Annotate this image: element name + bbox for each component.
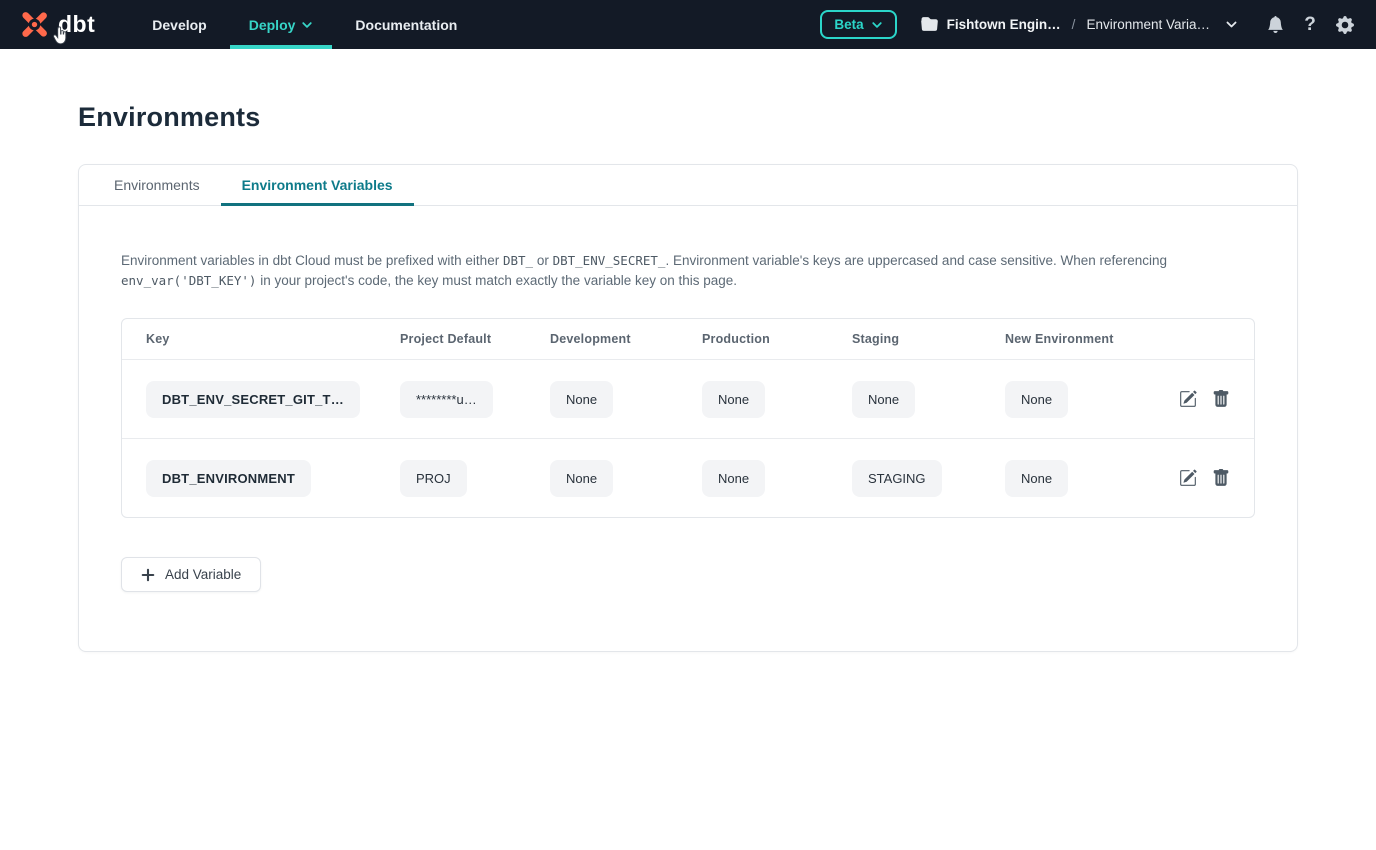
row-actions bbox=[1154, 390, 1230, 408]
staging-value: STAGING bbox=[852, 460, 942, 497]
nav-item-develop[interactable]: Develop bbox=[131, 0, 227, 49]
environments-card: Environments Environment Variables Envir… bbox=[78, 164, 1298, 652]
description-segment: in your project's code, the key must mat… bbox=[256, 273, 737, 288]
breadcrumb[interactable]: Fishtown Engin… / Environment Varia… bbox=[921, 16, 1238, 33]
tab-bar: Environments Environment Variables bbox=[79, 165, 1297, 206]
dbt-logo-icon bbox=[18, 8, 51, 41]
add-variable-label: Add Variable bbox=[165, 567, 241, 582]
column-header-project-default: Project Default bbox=[400, 332, 550, 346]
row-actions bbox=[1154, 469, 1230, 487]
top-navigation: dbt Develop Deploy Documentation Beta Fi… bbox=[0, 0, 1376, 49]
nav-item-deploy[interactable]: Deploy bbox=[228, 0, 335, 49]
column-header-staging: Staging bbox=[852, 332, 1005, 346]
edit-pencil-icon[interactable] bbox=[1179, 469, 1197, 487]
column-header-development: Development bbox=[550, 332, 702, 346]
folder-icon bbox=[921, 16, 938, 33]
nav-item-documentation[interactable]: Documentation bbox=[334, 0, 478, 49]
staging-value: None bbox=[852, 381, 915, 418]
nav-item-label: Deploy bbox=[249, 17, 296, 33]
development-value: None bbox=[550, 381, 613, 418]
code-dbt-prefix: DBT_ bbox=[503, 253, 533, 268]
description-segment: Environment variables in dbt Cloud must … bbox=[121, 253, 503, 268]
column-header-production: Production bbox=[702, 332, 852, 346]
breadcrumb-page[interactable]: Environment Varia… bbox=[1086, 17, 1210, 32]
table-row: DBT_ENV_SECRET_GIT_T… ********u… None No… bbox=[122, 359, 1254, 438]
edit-pencil-icon[interactable] bbox=[1179, 390, 1197, 408]
delete-trash-icon[interactable] bbox=[1212, 390, 1230, 408]
help-glyph: ? bbox=[1304, 15, 1316, 34]
breadcrumb-separator: / bbox=[1070, 17, 1078, 32]
settings-gear-icon[interactable] bbox=[1336, 16, 1354, 34]
chevron-down-icon bbox=[871, 19, 883, 31]
new-environment-value: None bbox=[1005, 460, 1068, 497]
tab-label: Environment Variables bbox=[242, 177, 393, 193]
nav-item-label: Develop bbox=[152, 17, 206, 33]
dbt-logo[interactable]: dbt bbox=[0, 0, 115, 49]
notifications-bell-icon[interactable] bbox=[1266, 16, 1284, 34]
description-text: Environment variables in dbt Cloud must … bbox=[121, 251, 1221, 291]
plus-icon bbox=[141, 568, 155, 582]
table-header-row: Key Project Default Development Producti… bbox=[122, 319, 1254, 359]
tab-label: Environments bbox=[114, 177, 200, 193]
beta-badge-dropdown[interactable]: Beta bbox=[820, 10, 896, 39]
code-dbt-env-secret-prefix: DBT_ENV_SECRET_ bbox=[553, 253, 666, 268]
code-env-var-example: env_var('DBT_KEY') bbox=[121, 273, 256, 288]
description-segment: or bbox=[533, 253, 553, 268]
column-header-new-environment: New Environment bbox=[1005, 332, 1154, 346]
breadcrumb-project[interactable]: Fishtown Engin… bbox=[947, 17, 1061, 32]
table-row: DBT_ENVIRONMENT PROJ None None STAGING N… bbox=[122, 438, 1254, 517]
variable-key-value: DBT_ENVIRONMENT bbox=[146, 460, 311, 497]
tab-panel-environment-variables: Environment variables in dbt Cloud must … bbox=[79, 206, 1297, 592]
add-variable-button[interactable]: Add Variable bbox=[121, 557, 261, 592]
production-value: None bbox=[702, 381, 765, 418]
nav-right-cluster: Beta Fishtown Engin… / Environment Varia… bbox=[820, 0, 1376, 49]
column-header-key: Key bbox=[146, 332, 400, 346]
main-nav-items: Develop Deploy Documentation bbox=[131, 0, 478, 49]
beta-badge-label: Beta bbox=[834, 17, 863, 32]
description-segment: . Environment variable's keys are upperc… bbox=[665, 253, 1167, 268]
new-environment-value: None bbox=[1005, 381, 1068, 418]
main-content: Environments Environments Environment Va… bbox=[0, 102, 1376, 652]
nav-utility-icons: ? bbox=[1266, 16, 1354, 34]
tab-environment-variables[interactable]: Environment Variables bbox=[221, 165, 414, 205]
page-title: Environments bbox=[78, 102, 1298, 133]
tab-environments[interactable]: Environments bbox=[93, 165, 221, 205]
variable-key-value: DBT_ENV_SECRET_GIT_T… bbox=[146, 381, 360, 418]
delete-trash-icon[interactable] bbox=[1212, 469, 1230, 487]
nav-item-label: Documentation bbox=[355, 17, 457, 33]
environment-variables-table: Key Project Default Development Producti… bbox=[121, 318, 1255, 518]
chevron-down-icon bbox=[301, 19, 313, 31]
chevron-down-icon[interactable] bbox=[1225, 18, 1238, 31]
development-value: None bbox=[550, 460, 613, 497]
production-value: None bbox=[702, 460, 765, 497]
mouse-cursor-hand bbox=[52, 26, 69, 45]
help-icon[interactable]: ? bbox=[1301, 16, 1319, 34]
project-default-value: ********u… bbox=[400, 381, 493, 418]
project-default-value: PROJ bbox=[400, 460, 467, 497]
